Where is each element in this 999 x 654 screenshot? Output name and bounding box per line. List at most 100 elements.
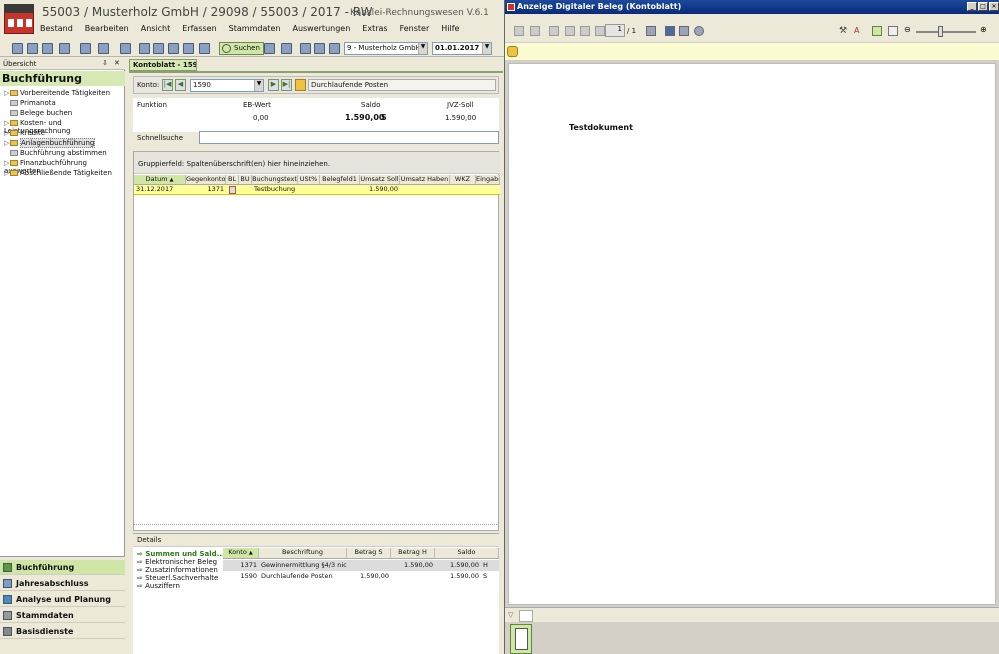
paste-icon[interactable]: [168, 43, 179, 54]
dcol-saldo[interactable]: Saldo: [435, 548, 499, 559]
layout-icon[interactable]: [98, 43, 109, 54]
cut-icon[interactable]: [139, 43, 150, 54]
edit-icon[interactable]: [314, 43, 325, 54]
date-combo[interactable]: 01.01.2017 ▼: [432, 42, 492, 55]
zoom-slider[interactable]: [916, 31, 976, 33]
previous-record-icon[interactable]: ◀: [175, 79, 186, 91]
fit-page-icon[interactable]: [872, 26, 882, 36]
link-ausziffern[interactable]: ⇨ Ausziffern: [137, 582, 180, 590]
nav-jahresabschluss[interactable]: Jahresabschluss: [0, 576, 125, 591]
close-icon[interactable]: ✕: [989, 2, 999, 11]
open-icon[interactable]: [514, 26, 524, 36]
settings-icon[interactable]: [329, 43, 340, 54]
fit-width-icon[interactable]: [888, 26, 898, 36]
scan-icon[interactable]: [694, 26, 704, 36]
link-summen-und-salden[interactable]: ⇨ Summen und Sald...: [137, 550, 225, 558]
tree-item-kredite[interactable]: ▷ Kredite: [4, 129, 45, 138]
dcol-betrag-s[interactable]: Betrag S: [347, 548, 391, 559]
save-icon[interactable]: [665, 26, 675, 36]
menu-fenster[interactable]: Fenster: [400, 24, 430, 33]
client-combo[interactable]: 9 - Musterholz GmbH ▼: [344, 42, 428, 55]
note-icon[interactable]: [507, 46, 518, 57]
tree-item-auswerten[interactable]: ▷ Finanzbuchführung auswerten: [4, 159, 124, 175]
pin-icon[interactable]: ⇩: [102, 59, 108, 67]
col-gegenkonto[interactable]: Gegenkonto: [186, 175, 226, 185]
table-row[interactable]: 31.12.2017 1371 Testbuchung 1.590,00: [134, 185, 500, 195]
chevron-down-icon[interactable]: ▼: [482, 43, 491, 54]
col-belegfeld1[interactable]: Belegfeld1: [320, 175, 360, 185]
dcol-beschriftung[interactable]: Beschriftung: [259, 548, 347, 559]
first-page-icon[interactable]: [549, 26, 559, 36]
calculator-icon[interactable]: [264, 43, 275, 54]
link-elektronischer-beleg[interactable]: ⇨ Elektronischer Beleg: [137, 558, 217, 566]
list-icon[interactable]: [300, 43, 311, 54]
zoom-in-icon[interactable]: ⊕: [980, 25, 987, 34]
menu-auswertungen[interactable]: Auswertungen: [292, 24, 350, 33]
col-umsatz-soll[interactable]: Umsatz Soll: [360, 175, 400, 185]
nav-basisdienste[interactable]: Basisdienste: [0, 624, 125, 639]
nav-analyse[interactable]: Analyse und Planung: [0, 592, 125, 607]
menu-extras[interactable]: Extras: [362, 24, 387, 33]
tree-item-vorbereitende[interactable]: ▷ Vorbereitende Tätigkeiten: [4, 89, 110, 98]
annotate-icon[interactable]: A: [854, 26, 864, 36]
print-icon[interactable]: [679, 26, 689, 36]
zoom-slider-thumb[interactable]: [938, 26, 943, 37]
zoom-out-icon[interactable]: ⊖: [904, 25, 911, 34]
first-record-icon[interactable]: |◀: [162, 79, 173, 91]
chevron-down-icon[interactable]: ▼: [254, 80, 263, 91]
tree-item-abstimmen[interactable]: Buchführung abstimmen: [4, 149, 107, 158]
tree-item-abschliessende[interactable]: ▷ Abschließende Tätigkeiten: [4, 169, 112, 178]
dcol-konto[interactable]: Konto ▲: [223, 548, 259, 559]
wrench-icon[interactable]: ⚒: [839, 26, 849, 36]
menu-hilfe[interactable]: Hilfe: [441, 24, 459, 33]
menu-bestand[interactable]: Bestand: [40, 24, 73, 33]
konto-combo[interactable]: 1590 ▼: [190, 79, 264, 92]
image-icon[interactable]: [183, 43, 194, 54]
thumbnail-tab[interactable]: [519, 610, 533, 622]
document-icon[interactable]: [199, 43, 210, 54]
next-page-icon[interactable]: [580, 26, 590, 36]
window-icon[interactable]: [80, 43, 91, 54]
col-bu[interactable]: BU: [239, 175, 252, 185]
export-icon[interactable]: [646, 26, 656, 36]
forward-arrow-icon[interactable]: [59, 43, 70, 54]
link-zusatzinformationen[interactable]: ⇨ Zusatzinformationen: [137, 566, 218, 574]
link-steuerl-sachverhalte[interactable]: ⇨ Steuerl.Sachverhalte: [137, 574, 218, 582]
maximize-icon[interactable]: □: [978, 2, 988, 11]
dcol-betrag-h[interactable]: Betrag H: [391, 548, 435, 559]
search-button[interactable]: Suchen: [219, 42, 264, 55]
chevron-down-icon[interactable]: ▼: [418, 43, 427, 54]
menu-ansicht[interactable]: Ansicht: [141, 24, 171, 33]
tree-item-primanota[interactable]: Primanota: [4, 99, 56, 108]
last-record-icon[interactable]: ▶|: [281, 79, 292, 91]
up-arrow-icon[interactable]: [42, 43, 53, 54]
last-page-icon[interactable]: [595, 26, 605, 36]
minimize-icon[interactable]: _: [967, 2, 977, 11]
menu-bearbeiten[interactable]: Bearbeiten: [85, 24, 129, 33]
col-ust[interactable]: USt%: [298, 175, 320, 185]
table-icon[interactable]: [120, 43, 131, 54]
group-panel[interactable]: Gruppierfeld: Spaltenüberschrift(en) hie…: [134, 152, 500, 174]
col-datum[interactable]: Datum ▲: [134, 175, 186, 185]
col-wkz[interactable]: WKZ: [450, 175, 476, 185]
new-icon[interactable]: [12, 43, 23, 54]
col-bl[interactable]: BL: [226, 175, 239, 185]
table-row[interactable]: 1371 Gewinnermittlung §4/3 nic... 1.590,…: [223, 560, 499, 571]
close-icon[interactable]: ✕: [114, 59, 120, 67]
col-eingabe[interactable]: Eingabe: [476, 175, 500, 185]
tree-item-anlagen[interactable]: ▷ Anlagenbuchführung: [4, 138, 96, 148]
note-icon[interactable]: [295, 79, 306, 91]
tree-item-kosten[interactable]: ▷ Kosten- und Leistungsrechnung: [4, 119, 124, 135]
page-thumbnail[interactable]: [510, 624, 532, 654]
refresh-icon[interactable]: [281, 43, 292, 54]
copy-icon[interactable]: [153, 43, 164, 54]
menu-stammdaten[interactable]: Stammdaten: [229, 24, 281, 33]
next-record-icon[interactable]: ▶: [268, 79, 279, 91]
document-attachment-icon[interactable]: [229, 186, 236, 194]
table-row[interactable]: 1590 Durchlaufende Posten 1.590,00 1.590…: [223, 571, 499, 582]
print-icon[interactable]: [27, 43, 38, 54]
previous-page-icon[interactable]: [565, 26, 575, 36]
nav-stammdaten[interactable]: Stammdaten: [0, 608, 125, 623]
col-umsatz-haben[interactable]: Umsatz Haben: [400, 175, 450, 185]
print-icon[interactable]: [530, 26, 540, 36]
